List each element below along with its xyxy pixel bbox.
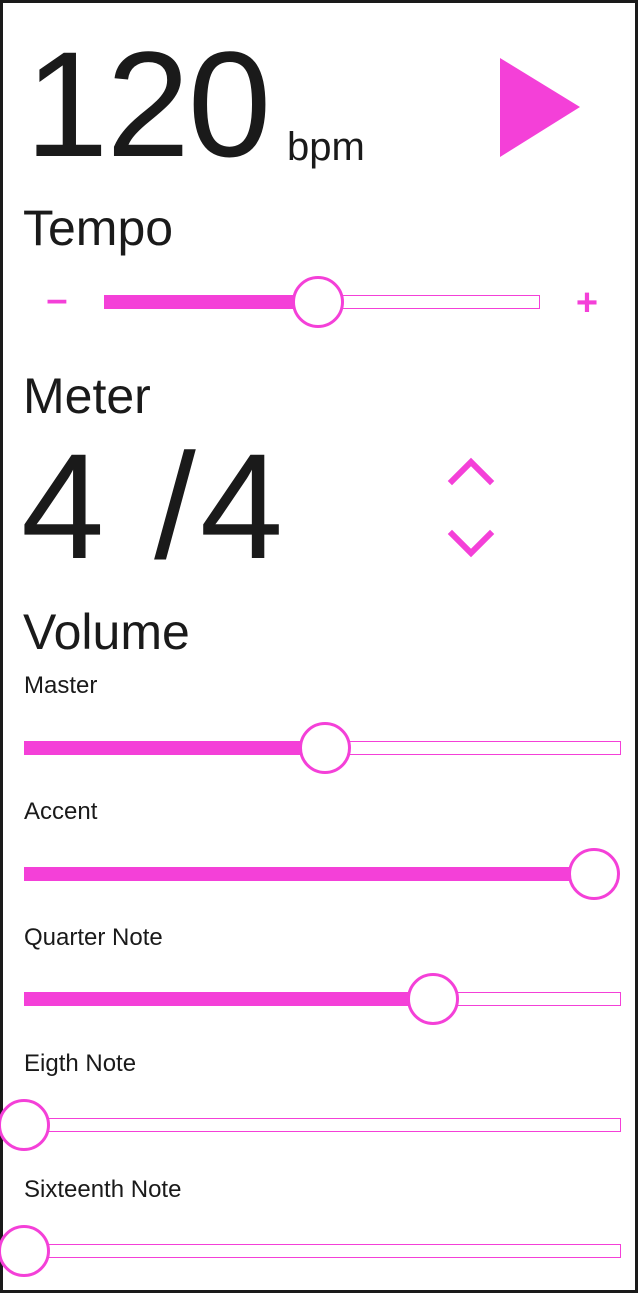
accent-volume-thumb[interactable]: [568, 848, 620, 900]
quarter-note-volume-label: Quarter Note: [24, 924, 163, 951]
tempo-decrease-button[interactable]: –: [37, 281, 77, 319]
sixteenth-note-volume-slider[interactable]: [0, 1225, 621, 1277]
quarter-note-volume-slider[interactable]: [24, 973, 621, 1025]
play-icon: [500, 58, 580, 157]
tempo-slider-fill: [104, 295, 318, 309]
tempo-increase-button[interactable]: +: [567, 284, 607, 322]
sixteenth-note-volume-label: Sixteenth Note: [24, 1176, 182, 1203]
meter-title: Meter: [23, 368, 151, 424]
sixteenth-note-volume-track: [24, 1244, 621, 1258]
tempo-slider[interactable]: [104, 276, 540, 328]
meter-increase-button[interactable]: [447, 453, 495, 487]
quarter-note-volume-fill: [24, 992, 433, 1006]
accent-volume-slider[interactable]: [24, 848, 620, 900]
master-volume-thumb[interactable]: [299, 722, 352, 774]
tempo-value: 120: [25, 20, 271, 188]
chevron-up-icon: [447, 457, 495, 486]
sixteenth-note-volume-thumb[interactable]: [0, 1225, 50, 1277]
master-volume-slider[interactable]: [24, 722, 621, 774]
eighth-note-volume-slider[interactable]: [0, 1099, 621, 1151]
play-button[interactable]: [500, 58, 584, 160]
tempo-slider-thumb[interactable]: [291, 276, 344, 328]
tempo-title: Tempo: [23, 200, 174, 256]
accent-volume-label: Accent: [24, 798, 98, 825]
volume-title: Volume: [23, 604, 190, 660]
quarter-note-volume-thumb[interactable]: [406, 973, 459, 1025]
accent-volume-fill: [24, 867, 594, 881]
meter-value: 4 /4: [21, 422, 288, 590]
eighth-note-volume-thumb[interactable]: [0, 1099, 50, 1151]
app-frame: 120 bpm Tempo – + Meter 4 /4 Volume Mast…: [0, 0, 638, 1293]
master-volume-label: Master: [24, 672, 98, 699]
chevron-down-icon: [447, 529, 495, 558]
eighth-note-volume-track: [24, 1118, 621, 1132]
master-volume-fill: [24, 741, 326, 755]
tempo-unit: bpm: [287, 125, 365, 169]
eighth-note-volume-label: Eigth Note: [24, 1050, 137, 1077]
meter-decrease-button[interactable]: [447, 526, 495, 560]
